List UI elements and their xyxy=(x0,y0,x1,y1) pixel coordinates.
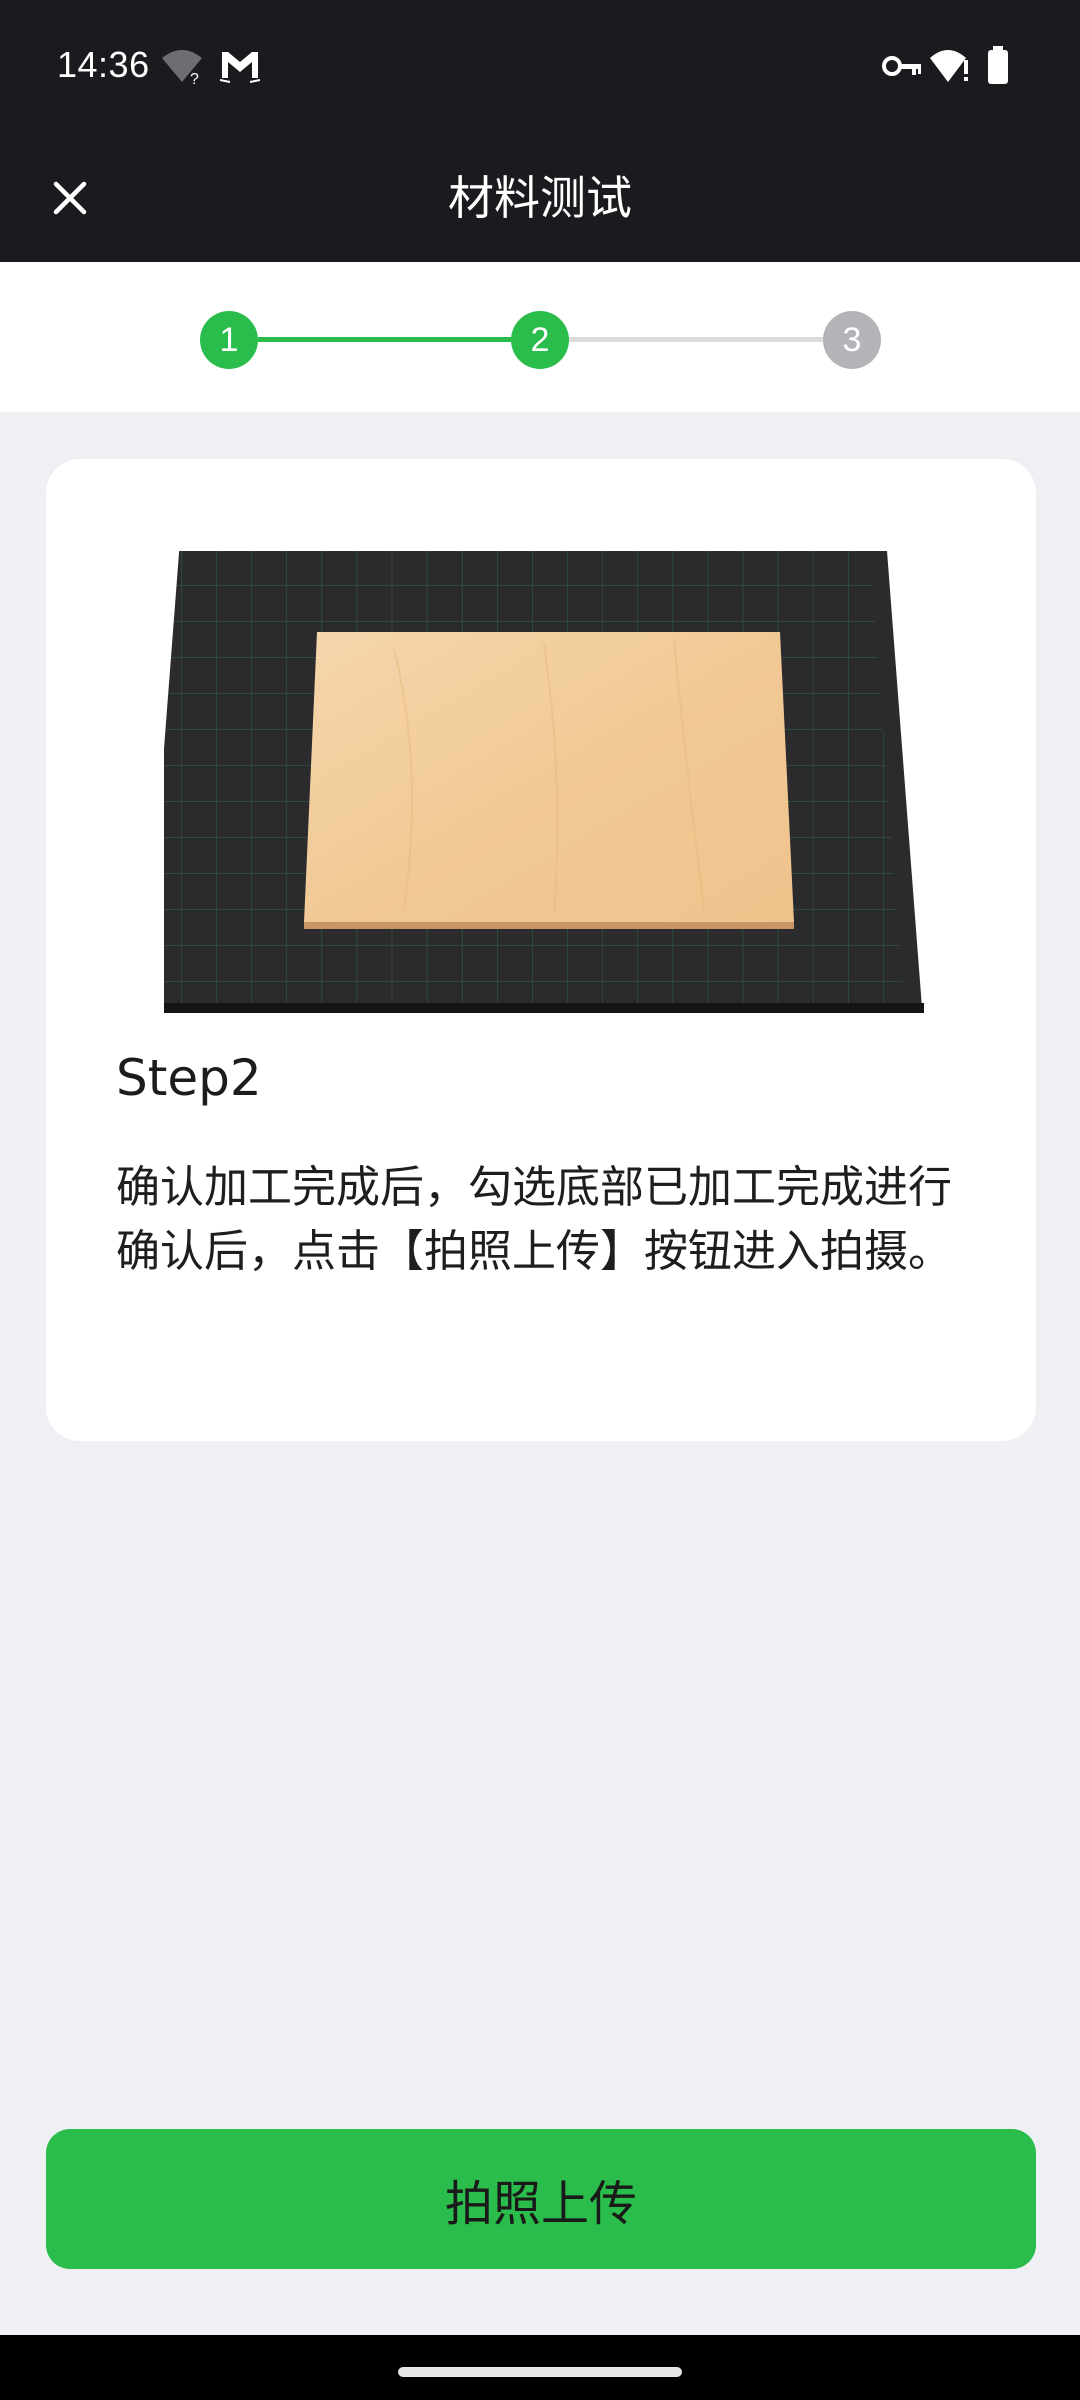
page-title: 材料测试 xyxy=(448,171,632,225)
status-time: 14:36 xyxy=(57,44,150,85)
home-indicator[interactable] xyxy=(398,2367,682,2377)
step-connector-2-3 xyxy=(569,337,823,342)
close-icon xyxy=(53,181,87,215)
wifi-alert-icon xyxy=(930,50,968,82)
step-2: 2 xyxy=(511,311,569,369)
step-description: 确认加工完成后，勾选底部已加工完成进行确认后，点击【拍照上传】按钮进入拍摄。 xyxy=(116,1162,952,1277)
step-title: Step2 xyxy=(116,1049,262,1107)
app-bar: 材料测试 xyxy=(0,134,1080,262)
instruction-card: Step2 确认加工完成后，勾选底部已加工完成进行确认后，点击【拍照上传】按钮进… xyxy=(46,459,1036,1441)
step-3: 3 xyxy=(823,311,881,369)
step-connector-1-2 xyxy=(258,337,512,342)
status-bar: 14:36 ? xyxy=(0,0,1080,134)
svg-text:?: ? xyxy=(190,71,199,86)
wifi-question-icon: ? xyxy=(162,50,202,86)
wood-board-illustration xyxy=(164,551,924,1013)
step-1: 1 xyxy=(200,311,258,369)
gmail-icon xyxy=(219,52,261,83)
photo-upload-button[interactable]: 拍照上传 xyxy=(46,2129,1036,2269)
vpn-key-icon xyxy=(882,56,921,76)
battery-icon xyxy=(988,46,1008,84)
close-button[interactable] xyxy=(36,164,104,232)
